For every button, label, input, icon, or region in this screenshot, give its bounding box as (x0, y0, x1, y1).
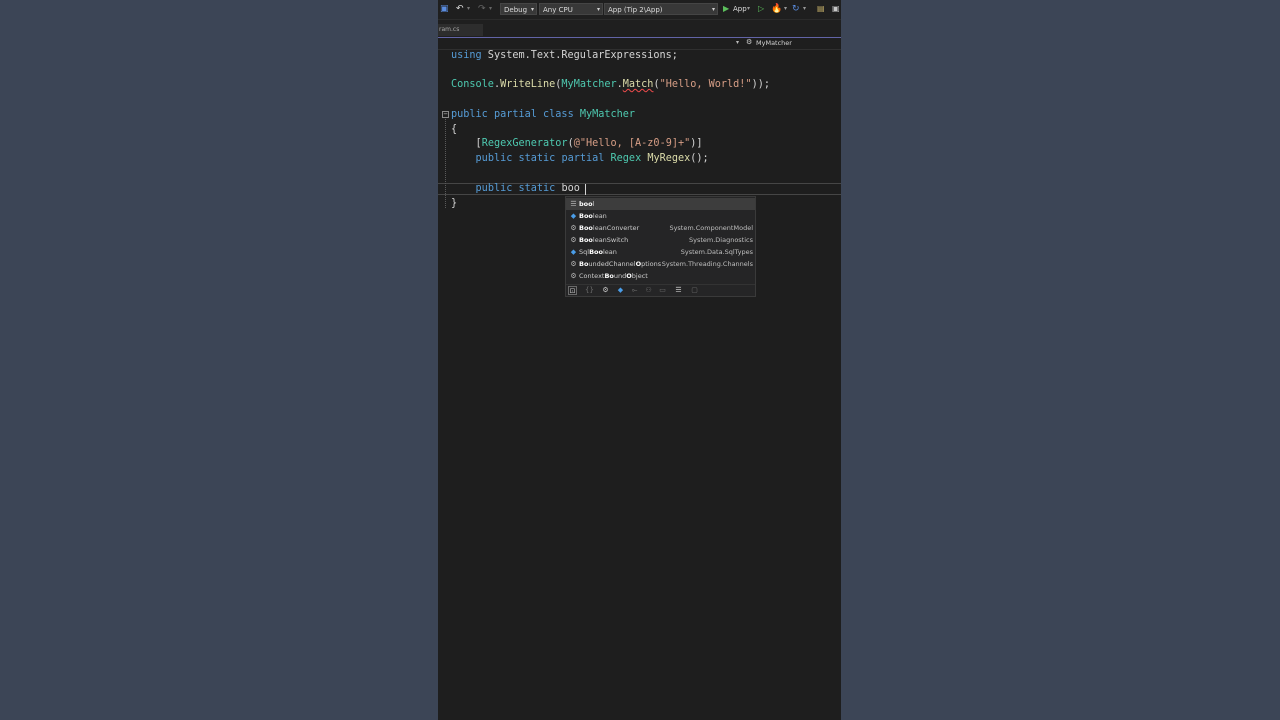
struct-filter-icon[interactable]: ◆ (616, 286, 625, 295)
configuration-value: Debug (504, 6, 528, 14)
chevron-down-icon: ▾ (596, 6, 600, 13)
completion-item-namespace: System.Data.SqlTypes (680, 248, 753, 256)
chevron-down-icon: ▾ (711, 6, 715, 13)
startup-project-value: App (Tip 2\App) (608, 6, 663, 14)
collapse-icon[interactable]: − (442, 111, 449, 118)
keyword-filter-icon[interactable]: ☰ (674, 286, 683, 295)
undo-icon[interactable]: ↶ (456, 3, 464, 15)
visual-studio-window: ▣ ↶ ▾ ↷ ▾ Debug ▾ Any CPU ▾ App (Tip 2\A… (438, 0, 841, 720)
snippet-filter-icon[interactable]: ▢ (690, 286, 699, 295)
completion-item[interactable]: ⚙ ContextBoundObject (566, 270, 755, 282)
member-dropdown[interactable]: MyMatcher (756, 39, 792, 48)
code-line-4: { (451, 124, 458, 135)
run-dropdown-icon[interactable]: ▾ (747, 3, 750, 15)
completion-item[interactable]: ⚙ BooleanConverter System.ComponentModel (566, 222, 755, 234)
platform-value: Any CPU (543, 6, 573, 14)
completion-item-namespace: System.Diagnostics (688, 236, 753, 244)
chevron-down-icon[interactable]: ▾ (736, 39, 739, 46)
struct-icon: ◆ (570, 212, 577, 220)
refresh-dropdown-icon[interactable]: ▾ (803, 3, 806, 15)
tab-program-cs[interactable]: ram.cs (438, 24, 483, 36)
folder-icon[interactable]: ▤ (817, 3, 825, 15)
code-line-3: public partial class MyMatcher (451, 109, 636, 120)
undo-dropdown-icon[interactable]: ▾ (467, 3, 470, 15)
class-icon: ⚙ (570, 272, 577, 280)
enum-filter-icon[interactable]: ▭ (658, 286, 667, 295)
class-icon: ⚙ (746, 38, 753, 46)
class-icon: ⚙ (570, 236, 577, 244)
completion-item-label: BooleanSwitch (579, 236, 629, 244)
configuration-select[interactable]: Debug ▾ (500, 3, 537, 15)
vs-logo-icon: ▣ (440, 4, 449, 14)
completion-item-label: bool (579, 200, 595, 208)
code-line-7: public static boo (475, 183, 580, 194)
redo-icon[interactable]: ↷ (478, 3, 486, 15)
completion-item-label: ContextBoundObject (579, 272, 648, 280)
start-without-debugging-icon[interactable]: ▷ (758, 3, 764, 15)
completion-filter-bar: ⊡ {} ⚙ ◆ ⟜ ⚇ ▭ ☰ ▢ (566, 284, 755, 297)
completion-item[interactable]: ⚙ BoundedChannelOptions System.Threading… (566, 258, 755, 270)
completion-item[interactable]: ⚙ BooleanSwitch System.Diagnostics (566, 234, 755, 246)
expand-filter-icon[interactable]: ⊡ (568, 286, 577, 295)
completion-item-label: BoundedChannelOptions (579, 260, 662, 268)
fold-guide (445, 119, 447, 208)
hot-reload-dropdown-icon[interactable]: ▾ (784, 3, 787, 15)
completion-item[interactable]: ◆ SqlBoolean System.Data.SqlTypes (566, 246, 755, 258)
code-line-2: Console.WriteLine(MyMatcher.Match("Hello… (451, 79, 770, 90)
completion-item-label: BooleanConverter (579, 224, 640, 232)
intellisense-completion-list[interactable]: ☰ bool ◆ Boolean ⚙ BooleanConverter Syst… (565, 196, 756, 297)
interface-filter-icon[interactable]: ⚇ (644, 286, 653, 295)
class-icon: ⚙ (570, 260, 577, 268)
run-label[interactable]: App (733, 3, 747, 15)
platform-select[interactable]: Any CPU ▾ (539, 3, 603, 15)
redo-dropdown-icon[interactable]: ▾ (489, 3, 492, 15)
startup-project-select[interactable]: App (Tip 2\App) ▾ (604, 3, 718, 15)
struct-icon: ◆ (570, 248, 577, 256)
namespace-filter-icon[interactable]: {} (585, 286, 594, 295)
code-line-5: [RegexGenerator(@"Hello, [A-z0-9]+")] (475, 138, 703, 149)
code-line-8: } (451, 198, 458, 209)
document-tab-strip: ram.cs (438, 20, 841, 37)
class-filter-icon[interactable]: ⚙ (601, 286, 610, 295)
text-caret (585, 184, 586, 195)
keyword-icon: ☰ (570, 200, 577, 208)
completion-item[interactable]: ☰ bool (566, 198, 755, 210)
completion-item[interactable]: ◆ Boolean (566, 210, 755, 222)
run-icon[interactable]: ▶ (723, 3, 729, 15)
completion-item-namespace: System.ComponentModel (669, 224, 753, 232)
code-line-1: using System.Text.RegularExpressions; (451, 50, 678, 61)
completion-item-namespace: System.Threading.Channels (661, 260, 753, 268)
completion-item-label: Boolean (579, 212, 607, 220)
code-line-6: public static partial Regex MyRegex(); (475, 153, 709, 164)
class-icon: ⚙ (570, 224, 577, 232)
toolbar: ▣ ↶ ▾ ↷ ▾ Debug ▾ Any CPU ▾ App (Tip 2\A… (438, 0, 841, 20)
chevron-down-icon: ▾ (530, 6, 534, 13)
refresh-icon[interactable]: ↻ (792, 3, 800, 15)
window-icon[interactable]: ▣ (832, 3, 840, 15)
delegate-filter-icon[interactable]: ⟜ (630, 286, 639, 295)
completion-item-label: SqlBoolean (579, 248, 617, 256)
hot-reload-icon[interactable]: 🔥 (771, 3, 782, 15)
error-squiggle: Match (622, 79, 654, 90)
